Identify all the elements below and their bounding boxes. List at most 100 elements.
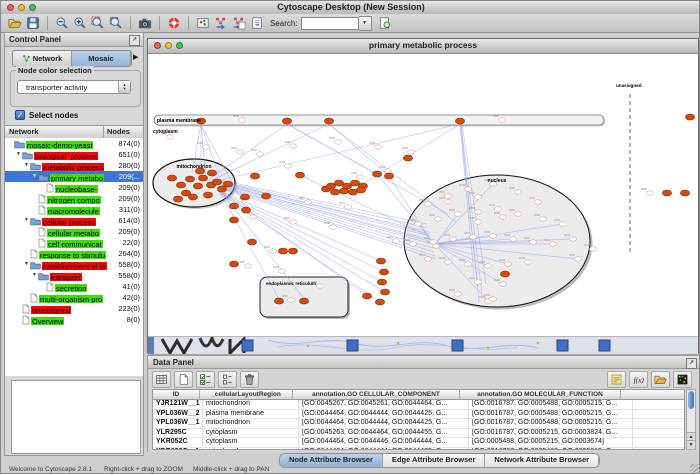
- column-header[interactable]: _cellularLayoutRegion: [200, 390, 293, 399]
- import-network-icon[interactable]: [213, 15, 229, 31]
- app-titlebar[interactable]: Cytoscape Desktop (New Session): [1, 1, 700, 15]
- export-image-icon[interactable]: [137, 15, 153, 31]
- resize-grip[interactable]: [690, 464, 700, 474]
- tree-row-mosaic-demo-yeast[interactable]: mosaic-demo-yeast874(0): [5, 138, 143, 149]
- tree-row-cellular-process[interactable]: ▼cellular process614(0): [5, 215, 143, 226]
- search-input[interactable]: [301, 17, 359, 30]
- attribute-table-icon[interactable]: [152, 371, 171, 388]
- table-cell[interactable]: [GO:0016787, GO:0005488, GO:0005215, G..…: [469, 410, 633, 419]
- tree-row-secretion[interactable]: secretion41(0): [5, 281, 143, 292]
- table-cell[interactable]: [GO:0045267, GO:0045261, GO:0044464, G..…: [299, 400, 469, 409]
- table-cell[interactable]: mitochondrion: [203, 419, 299, 428]
- table-cell[interactable]: YJR121W__1: [153, 400, 203, 409]
- scrollbar-thumb[interactable]: [688, 391, 694, 409]
- table-cell[interactable]: [GO:0016787, GO:0005488, GO:0005215, G..…: [469, 419, 633, 428]
- network-canvas[interactable]: plasma membranecytoplasmmitochondrionnuc…: [148, 54, 698, 336]
- column-header[interactable]: annotation.GO MOLECULAR_FUNCTION: [460, 390, 621, 399]
- scroll-down-icon[interactable]: ▼: [687, 440, 695, 449]
- tree-row-establishment-of-lo[interactable]: ▼establishment of lo558(0): [5, 259, 143, 270]
- tree-row-biological-process[interactable]: ▼biological_process651(0): [5, 149, 143, 160]
- select-nodes-checkbox[interactable]: ✓: [15, 110, 25, 120]
- column-header[interactable]: annotation.GO CELLULAR_COMPONENT: [293, 390, 460, 399]
- tree-row-unassigned[interactable]: unassigned223(0): [5, 303, 143, 314]
- tree-row-primary-metabo[interactable]: ▼primary metabo209(...: [5, 171, 143, 182]
- tree-header[interactable]: Network Nodes: [5, 125, 143, 139]
- table-cell[interactable]: [GO:0044464, GO:0044444, GO:0044425, G..…: [299, 419, 469, 428]
- import-attributes-icon[interactable]: [651, 371, 670, 388]
- table-cell[interactable]: cytoplasm: [203, 438, 299, 447]
- expand-triangle-icon[interactable]: ▼: [31, 171, 38, 182]
- table-cell[interactable]: [GO:0016787, GO:0005215, GO:0003824, G..…: [469, 429, 633, 438]
- table-row[interactable]: YKR052Ccytoplasm[GO:0044464, GO:0044446,…: [153, 438, 684, 448]
- column-divider[interactable]: [103, 126, 104, 138]
- table-cell[interactable]: [GO:0044464, GO:0044444, GO:0044425, G..…: [299, 410, 469, 419]
- tree-row-metabolic-process[interactable]: ▼metabolic process280(0): [5, 160, 143, 171]
- new-attribute-icon[interactable]: [174, 371, 193, 388]
- import-network-file-icon[interactable]: [231, 15, 247, 31]
- table-cell[interactable]: [GO:0016787, GO:0005488, GO:0005215, G..…: [469, 448, 633, 450]
- network-graph[interactable]: plasma membranecytoplasmmitochondrionnuc…: [148, 54, 698, 336]
- expand-triangle-icon[interactable]: ▼: [23, 160, 30, 171]
- table-cell[interactable]: [GO:0045263, GO:0044464, GO:0044455, G..…: [299, 429, 469, 438]
- tree-header-nodes[interactable]: Nodes: [107, 126, 130, 137]
- tree-row-response-to-stimulu[interactable]: response to stimulu264(0): [5, 248, 143, 259]
- tab-overflow-arrow[interactable]: ▶: [133, 53, 138, 61]
- annotation-icon[interactable]: [195, 15, 211, 31]
- expand-triangle-icon[interactable]: ▼: [15, 149, 22, 160]
- table-scrollbar[interactable]: ▲ ▼: [686, 389, 696, 450]
- float-panel-icon[interactable]: ↗: [129, 35, 140, 46]
- birdseye-navigator[interactable]: [11, 380, 141, 454]
- table-cell[interactable]: cytoplasm: [203, 429, 299, 438]
- tab-network[interactable]: Network: [13, 51, 72, 66]
- delete-attribute-icon[interactable]: [240, 371, 259, 388]
- open-session-icon[interactable]: [7, 15, 23, 31]
- table-cell[interactable]: YDR039C__1: [153, 448, 203, 450]
- tree-row-cellular-metabo[interactable]: cellular metabo209(0): [5, 226, 143, 237]
- search-dropdown-button[interactable]: ▼: [359, 16, 372, 31]
- tab-mosaic[interactable]: Mosaic: [72, 51, 131, 66]
- zoom-out-icon[interactable]: [54, 15, 70, 31]
- table-cell[interactable]: mitochondrion: [203, 448, 299, 450]
- save-session-icon[interactable]: [25, 15, 41, 31]
- table-cell[interactable]: YPL036W__2: [153, 410, 203, 419]
- label-note-icon[interactable]: [607, 371, 626, 388]
- help-icon[interactable]: [166, 15, 182, 31]
- table-cell[interactable]: [GO:0044464, GO:0044446, GO:0044444, G..…: [299, 438, 469, 447]
- attribute-table[interactable]: ID_cellularLayoutRegionannotation.GO CEL…: [152, 389, 685, 450]
- table-cell[interactable]: [GO:0016787, GO:0005488, GO:0005215, G..…: [469, 400, 633, 409]
- tree-row-cell-communicat[interactable]: cell communicat22(0): [5, 237, 143, 248]
- expand-triangle-icon[interactable]: ▼: [23, 259, 30, 270]
- select-attributes-icon[interactable]: [196, 371, 215, 388]
- zoom-selected-region-icon[interactable]: [90, 15, 106, 31]
- tree-row-nitrogen-compo[interactable]: nitrogen compo209(0): [5, 193, 143, 204]
- table-header-row[interactable]: ID_cellularLayoutRegionannotation.GO CEL…: [153, 390, 684, 400]
- column-header[interactable]: ID: [153, 390, 200, 399]
- expand-triangle-icon[interactable]: ▼: [23, 215, 30, 226]
- tree-row-nucleobase-[interactable]: nucleobase-209(0): [5, 182, 143, 193]
- table-cell[interactable]: plasma membrane: [203, 410, 299, 419]
- table-row[interactable]: YJR121W__1mitochondrion[GO:0045267, GO:0…: [153, 400, 684, 410]
- tree-header-network[interactable]: Network: [9, 126, 39, 137]
- tree-row-overview[interactable]: Overview8(0): [5, 314, 143, 325]
- node-color-dropdown[interactable]: transporter activity ▲▼: [17, 80, 131, 94]
- table-cell[interactable]: mitochondrion: [203, 400, 299, 409]
- tree-row-multi-organism-pro[interactable]: multi-organism pro42(0): [5, 292, 143, 303]
- zoom-fit-icon[interactable]: [108, 15, 124, 31]
- table-row[interactable]: YPL036W__1mitochondrion[GO:0044464, GO:0…: [153, 419, 684, 429]
- expand-triangle-icon[interactable]: ▼: [31, 270, 38, 281]
- network-view-window[interactable]: primary metabolic process plasma membran…: [147, 38, 699, 353]
- unselect-attributes-icon[interactable]: [218, 371, 237, 388]
- table-cell[interactable]: [GO:0044464, GO:0044444, GO:0044425, G..…: [299, 448, 469, 450]
- table-row[interactable]: YPL036W__2plasma membrane[GO:0044464, GO…: [153, 410, 684, 420]
- network-view-titlebar[interactable]: primary metabolic process: [148, 39, 698, 54]
- search-go-icon[interactable]: [377, 15, 393, 31]
- table-cell[interactable]: YPL036W__1: [153, 419, 203, 428]
- vizmapper-icon[interactable]: [249, 15, 265, 31]
- matrix-view-icon[interactable]: [673, 371, 692, 388]
- table-row[interactable]: YDR039C__1mitochondrion[GO:0044464, GO:0…: [153, 448, 684, 450]
- zoom-in-icon[interactable]: [72, 15, 88, 31]
- tree-row-transport[interactable]: ▼transport558(0): [5, 270, 143, 281]
- table-cell[interactable]: YKR052C: [153, 438, 203, 447]
- table-cell[interactable]: YLR295C: [153, 429, 203, 438]
- float-data-panel-icon[interactable]: ↗: [686, 358, 697, 369]
